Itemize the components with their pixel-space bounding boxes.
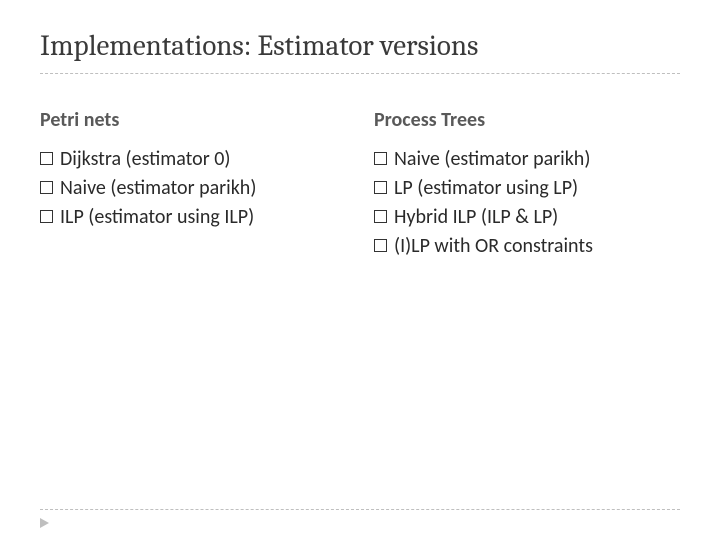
list-item: (I)LP with OR constraints [374, 233, 680, 260]
list-item: LP (estimator using LP) [374, 175, 680, 202]
list-item-label: (I)LP with OR constraints [394, 233, 593, 260]
square-bullet-icon [40, 210, 53, 223]
square-bullet-icon [374, 239, 387, 252]
square-bullet-icon [40, 152, 53, 165]
slide: Implementations: Estimator versions Petr… [0, 0, 720, 540]
list-item-label: LP (estimator using LP) [394, 175, 578, 202]
column-left: Petri nets Dijkstra (estimator 0) Naive … [40, 108, 360, 262]
right-list: Naive (estimator parikh) LP (estimator u… [374, 146, 680, 260]
left-heading: Petri nets [40, 108, 346, 132]
columns: Petri nets Dijkstra (estimator 0) Naive … [40, 108, 680, 262]
play-marker-icon [40, 518, 49, 528]
slide-title: Implementations: Estimator versions [40, 30, 680, 63]
list-item: Dijkstra (estimator 0) [40, 146, 346, 173]
top-divider [40, 73, 680, 74]
list-item: Naive (estimator parikh) [374, 146, 680, 173]
square-bullet-icon [374, 152, 387, 165]
left-list: Dijkstra (estimator 0) Naive (estimator … [40, 146, 346, 231]
list-item-label: ILP (estimator using ILP) [60, 204, 254, 231]
right-heading: Process Trees [374, 108, 680, 132]
square-bullet-icon [40, 181, 53, 194]
list-item-label: Dijkstra (estimator 0) [60, 146, 230, 173]
bottom-divider [40, 509, 680, 510]
list-item-label: Naive (estimator parikh) [394, 146, 590, 173]
list-item: Naive (estimator parikh) [40, 175, 346, 202]
list-item-label: Hybrid ILP (ILP & LP) [394, 204, 558, 231]
column-right: Process Trees Naive (estimator parikh) L… [360, 108, 680, 262]
list-item: Hybrid ILP (ILP & LP) [374, 204, 680, 231]
square-bullet-icon [374, 210, 387, 223]
square-bullet-icon [374, 181, 387, 194]
list-item-label: Naive (estimator parikh) [60, 175, 256, 202]
list-item: ILP (estimator using ILP) [40, 204, 346, 231]
